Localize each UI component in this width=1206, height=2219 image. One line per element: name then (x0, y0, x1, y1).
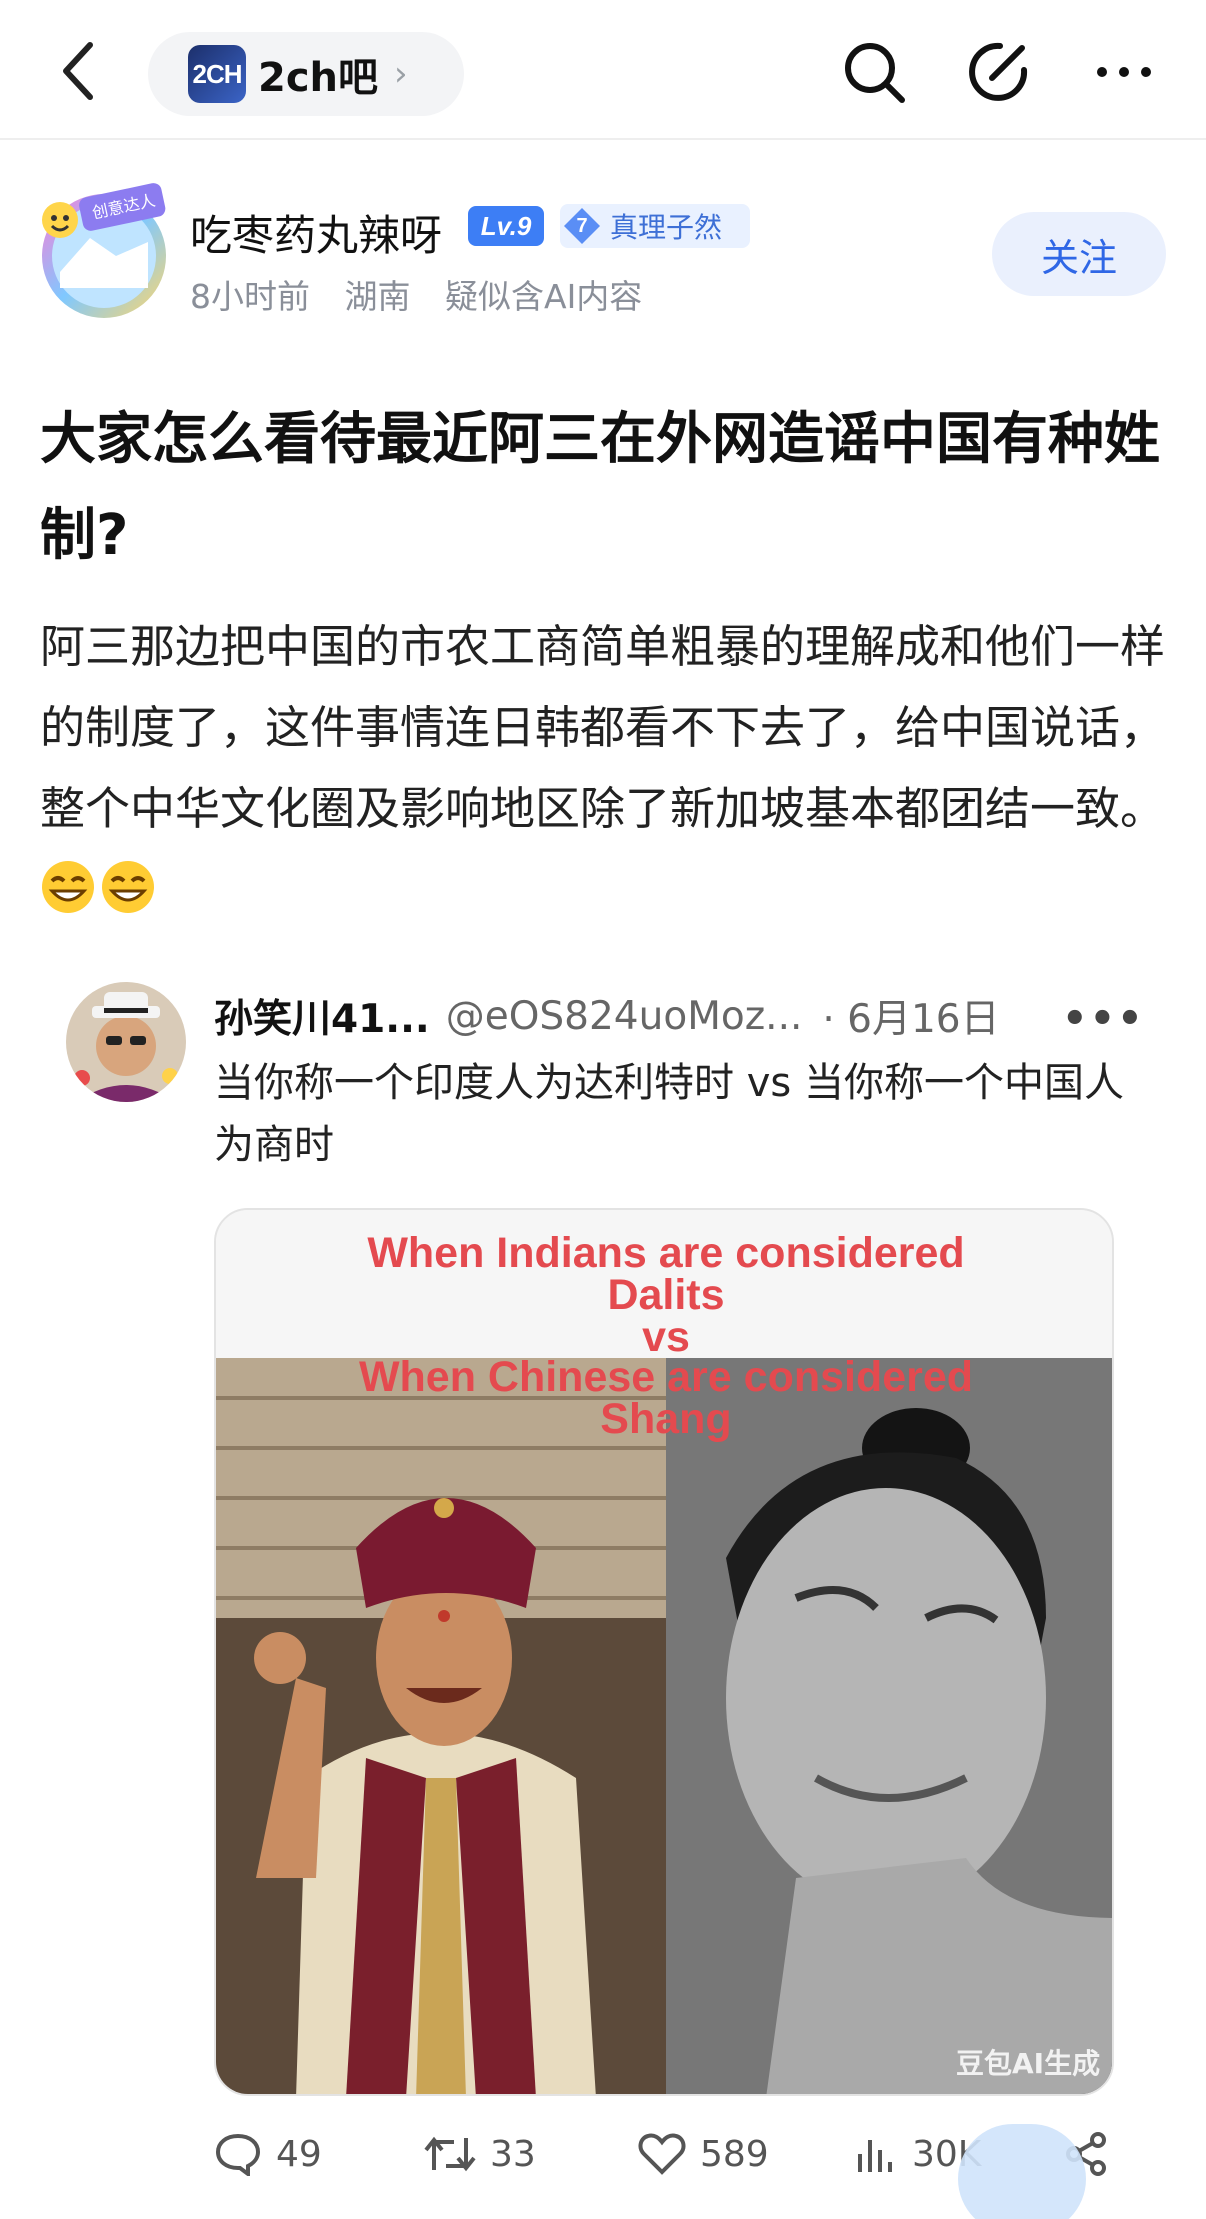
post-location: 湖南 (344, 277, 411, 316)
repost-button[interactable]: 33 (424, 2132, 536, 2176)
post-body: 阿三那边把中国的市农工商简单粗暴的理解成和他们一样的制度了，这件事情连日韩都看不… (40, 606, 1176, 930)
tweet-more-icon[interactable]: ••• (1062, 996, 1145, 1042)
like-button[interactable]: 589 (638, 2132, 769, 2176)
post-time: 8小时前 (190, 277, 310, 316)
title-badge: 7 真理子然 (560, 204, 750, 248)
photo-chinese-man (666, 1358, 1112, 2094)
like-count: 589 (700, 2133, 769, 2175)
repost-icon (424, 2136, 476, 2172)
level-badge: Lv.9 (468, 206, 544, 246)
more-button[interactable] (1092, 40, 1156, 104)
tweet-header: 孙笑川41... @eOS824uoMoz... · 6月16日 (214, 988, 1134, 1044)
title-text: 真理子然 (610, 211, 723, 244)
back-button[interactable] (48, 36, 108, 106)
diamond-icon: 7 (560, 204, 604, 248)
forum-name: 2ch吧 (258, 55, 379, 101)
more-icon (1097, 67, 1151, 77)
post-title: 大家怎么看待最近阿三在外网造谣中国有种姓制? (40, 407, 1160, 568)
author-avatar[interactable]: 创意达人 (30, 176, 178, 328)
ai-note: 疑似含AI内容 (445, 277, 643, 316)
forum-logo: 2CH (188, 45, 246, 103)
grinning-emoji-icon (102, 861, 154, 913)
reply-icon (215, 2133, 261, 2176)
forum-pill[interactable]: 2CH 2ch吧 › (148, 32, 464, 116)
post-meta: 8小时前 湖南 疑似含AI内容 (190, 270, 666, 318)
chevron-right-icon: › (394, 54, 408, 94)
search-button[interactable] (842, 40, 906, 104)
floating-action-button[interactable] (958, 2124, 1086, 2219)
tweet-avatar[interactable] (66, 982, 186, 1102)
back-arrow-icon (63, 42, 93, 100)
tweet-handle[interactable]: @eOS824uoMoz... (446, 994, 803, 1039)
post-body-text: 阿三那边把中国的市农工商简单粗暴的理解成和他们一样的制度了，这件事情连日韩都看不… (40, 620, 1166, 835)
ai-watermark: 豆包AI生成 (956, 2047, 1101, 2080)
grinning-emoji-icon (42, 861, 94, 913)
tweet-date: · 6月16日 (822, 997, 1000, 1042)
follow-button[interactable]: 关注 (992, 212, 1166, 296)
reply-button[interactable]: 49 (214, 2132, 322, 2176)
edit-icon (969, 42, 1028, 101)
reply-count: 49 (276, 2133, 322, 2175)
search-icon (845, 43, 905, 103)
tweet-image[interactable]: When Indians are considered Dalits vs Wh… (214, 1208, 1114, 2096)
top-bar: 2CH 2ch吧 › (0, 0, 1206, 140)
repost-count: 33 (490, 2133, 536, 2175)
caption-line-5: Shang (600, 1395, 732, 1443)
heart-icon (638, 2133, 686, 2175)
photo-indian-man (216, 1358, 666, 2094)
tweet-text: 当你称一个印度人为达利特时 vs 当你称一个中国人为商时 (214, 1060, 1124, 1168)
author-name[interactable]: 吃枣药丸辣呀 (190, 202, 442, 263)
tweet-author-name[interactable]: 孙笑川41... (214, 988, 430, 1044)
views-chart-icon (858, 2140, 892, 2172)
edit-button[interactable] (966, 40, 1030, 104)
title-level: 7 (576, 214, 588, 237)
